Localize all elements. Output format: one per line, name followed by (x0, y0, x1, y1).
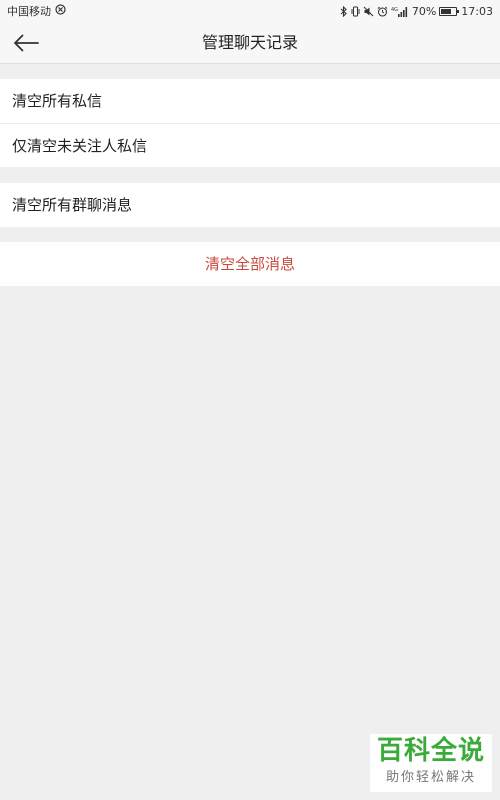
network-badge: 4G (391, 7, 398, 13)
watermark-title: 百科全说 (376, 736, 485, 766)
watermark-logo: 百科全说 助你轻松解决 (370, 734, 492, 792)
watermark-subtitle: 助你轻松解决 (385, 770, 476, 785)
carrier-circle-icon (55, 4, 66, 18)
clear-all-group-messages-button[interactable]: 清空所有群聊消息 (0, 183, 500, 227)
clock: 17:03 (461, 4, 493, 18)
battery-icon (439, 6, 460, 16)
status-left: 中国移动 (7, 3, 66, 19)
status-icons: 4G 70% (340, 4, 460, 18)
signal-icon: 4G (391, 6, 409, 17)
clear-all-group: 清空全部消息 (0, 242, 500, 286)
battery-percent: 70% (411, 4, 437, 18)
nav-bar: 管理聊天记录 (0, 22, 500, 64)
page-title: 管理聊天记录 (201, 33, 298, 52)
group-chat-group: 清空所有群聊消息 (0, 183, 500, 227)
clear-all-messages-button[interactable]: 清空全部消息 (0, 242, 500, 286)
vibrate-icon (351, 6, 360, 17)
private-messages-group: 清空所有私信 仅清空未关注人私信 (0, 79, 500, 167)
bluetooth-icon (340, 5, 348, 17)
clear-unfollowed-private-messages-button[interactable]: 仅清空未关注人私信 (0, 123, 500, 167)
alarm-icon (377, 6, 388, 17)
carrier-name: 中国移动 (7, 5, 51, 18)
clear-all-private-messages-button[interactable]: 清空所有私信 (0, 79, 500, 123)
battery-level (441, 8, 452, 14)
mute-icon (363, 6, 374, 17)
status-right: 4G 70% 17:03 (340, 5, 493, 18)
status-bar: 中国移动 4G 70% 17:03 (0, 0, 500, 22)
